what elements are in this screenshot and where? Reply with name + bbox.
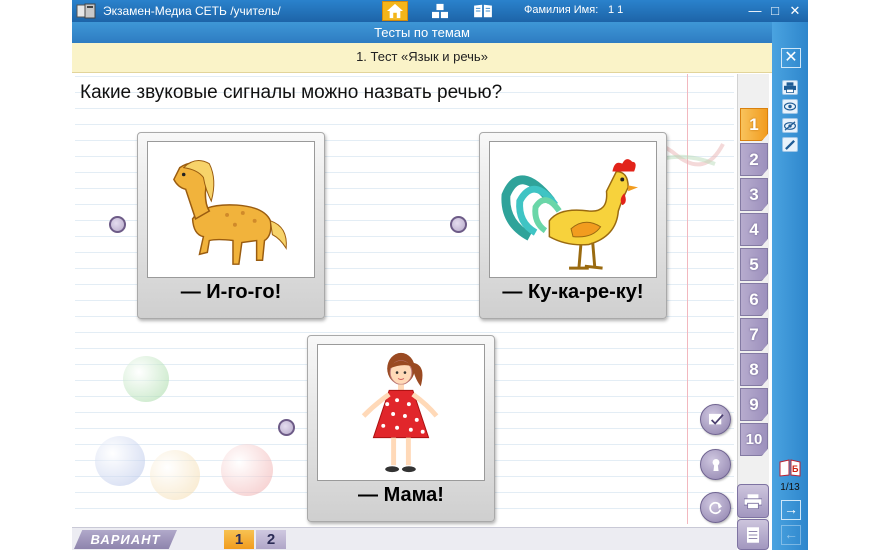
book-icon[interactable] — [470, 1, 496, 21]
close-test-button[interactable]: ✕ — [781, 48, 801, 68]
pencil-icon[interactable] — [782, 137, 798, 152]
question-text: Какие звуковые сигналы можно назвать реч… — [80, 82, 503, 103]
eye-crossed-icon[interactable] — [782, 118, 798, 133]
next-page-button[interactable]: → — [781, 500, 801, 520]
question-tab-2[interactable]: 2 — [740, 143, 768, 176]
user-value: 1 1 — [608, 4, 624, 16]
answer-card-3[interactable]: — Мама! — [307, 335, 495, 522]
dictionary-icon[interactable]: Б — [779, 459, 801, 477]
right-sidebar: ✕ Б 1/13 → ← — [772, 22, 808, 550]
answer-radio-2[interactable] — [450, 216, 467, 233]
decor-ball-green — [123, 356, 169, 402]
answer-radio-3[interactable] — [278, 419, 295, 436]
question-tab-8[interactable]: 8 — [740, 353, 768, 386]
question-tab-9[interactable]: 9 — [740, 388, 768, 421]
variant-bar: ВАРИАНТ 1 2 — [72, 527, 737, 550]
decor-ball-blue — [95, 436, 145, 486]
answer-card-2[interactable]: — Ку-ка-ре-ку! — [479, 132, 667, 319]
horse-image — [147, 141, 315, 278]
section-title: Тесты по темам — [72, 22, 772, 43]
topic-title: 1. Тест «Язык и речь» — [72, 43, 772, 73]
user-label: Фамилия Имя: — [524, 4, 599, 16]
minimize-button[interactable]: — — [747, 2, 763, 20]
app-window: Экзамен-Медиа СЕТЬ /учитель/ Фамилия Имя… — [0, 0, 880, 550]
question-tabs: 1 2 3 4 5 6 7 8 9 10 — [737, 74, 769, 524]
decor-ball-yellow — [150, 450, 200, 500]
question-tab-10[interactable]: 10 — [740, 423, 768, 456]
answer-label-1: — И-го-го! — [180, 281, 282, 303]
keyhole-icon — [712, 458, 719, 471]
question-tab-3[interactable]: 3 — [740, 178, 768, 211]
question-tab-7[interactable]: 7 — [740, 318, 768, 351]
app-logo-icon — [76, 3, 96, 19]
question-area: Какие звуковые сигналы можно назвать реч… — [75, 74, 734, 524]
close-window-button[interactable]: ✕ — [787, 2, 803, 20]
title-bar: Экзамен-Медиа СЕТЬ /учитель/ Фамилия Имя… — [72, 0, 808, 22]
variant-button-1[interactable]: 1 — [224, 530, 254, 549]
page-counter: 1/13 — [780, 482, 800, 493]
question-tab-1[interactable]: 1 — [740, 108, 768, 141]
svg-text:Б: Б — [792, 464, 799, 474]
hint-button[interactable] — [700, 449, 731, 480]
variant-button-2[interactable]: 2 — [256, 530, 286, 549]
prev-page-button[interactable]: ← — [781, 525, 801, 545]
variant-label: ВАРИАНТ — [74, 530, 177, 549]
print-button[interactable] — [737, 484, 769, 518]
right-margin — [808, 0, 880, 550]
question-tab-6[interactable]: 6 — [740, 283, 768, 316]
printer-icon[interactable] — [782, 80, 798, 95]
girl-image — [317, 344, 485, 481]
eye-icon[interactable] — [782, 99, 798, 114]
refresh-icon — [708, 501, 722, 514]
question-tab-4[interactable]: 4 — [740, 213, 768, 246]
answer-label-3: — Мама! — [358, 484, 444, 506]
question-tab-5[interactable]: 5 — [740, 248, 768, 281]
decor-ball-red — [221, 444, 273, 496]
maximize-button[interactable]: □ — [767, 2, 783, 20]
check-answer-button[interactable] — [700, 404, 731, 435]
home-icon[interactable] — [382, 1, 408, 21]
reset-button[interactable] — [700, 492, 731, 523]
answer-radio-1[interactable] — [109, 216, 126, 233]
printer-icon — [744, 493, 762, 509]
document-button[interactable] — [737, 519, 769, 550]
cubes-icon[interactable] — [427, 1, 453, 21]
answer-label-2: — Ку-ка-ре-ку! — [502, 281, 644, 303]
check-icon — [708, 413, 724, 425]
document-icon — [747, 526, 759, 543]
rooster-image — [489, 141, 657, 278]
app-title: Экзамен-Медиа СЕТЬ /учитель/ — [103, 4, 281, 18]
left-margin — [0, 0, 72, 550]
answer-card-1[interactable]: — И-го-го! — [137, 132, 325, 319]
